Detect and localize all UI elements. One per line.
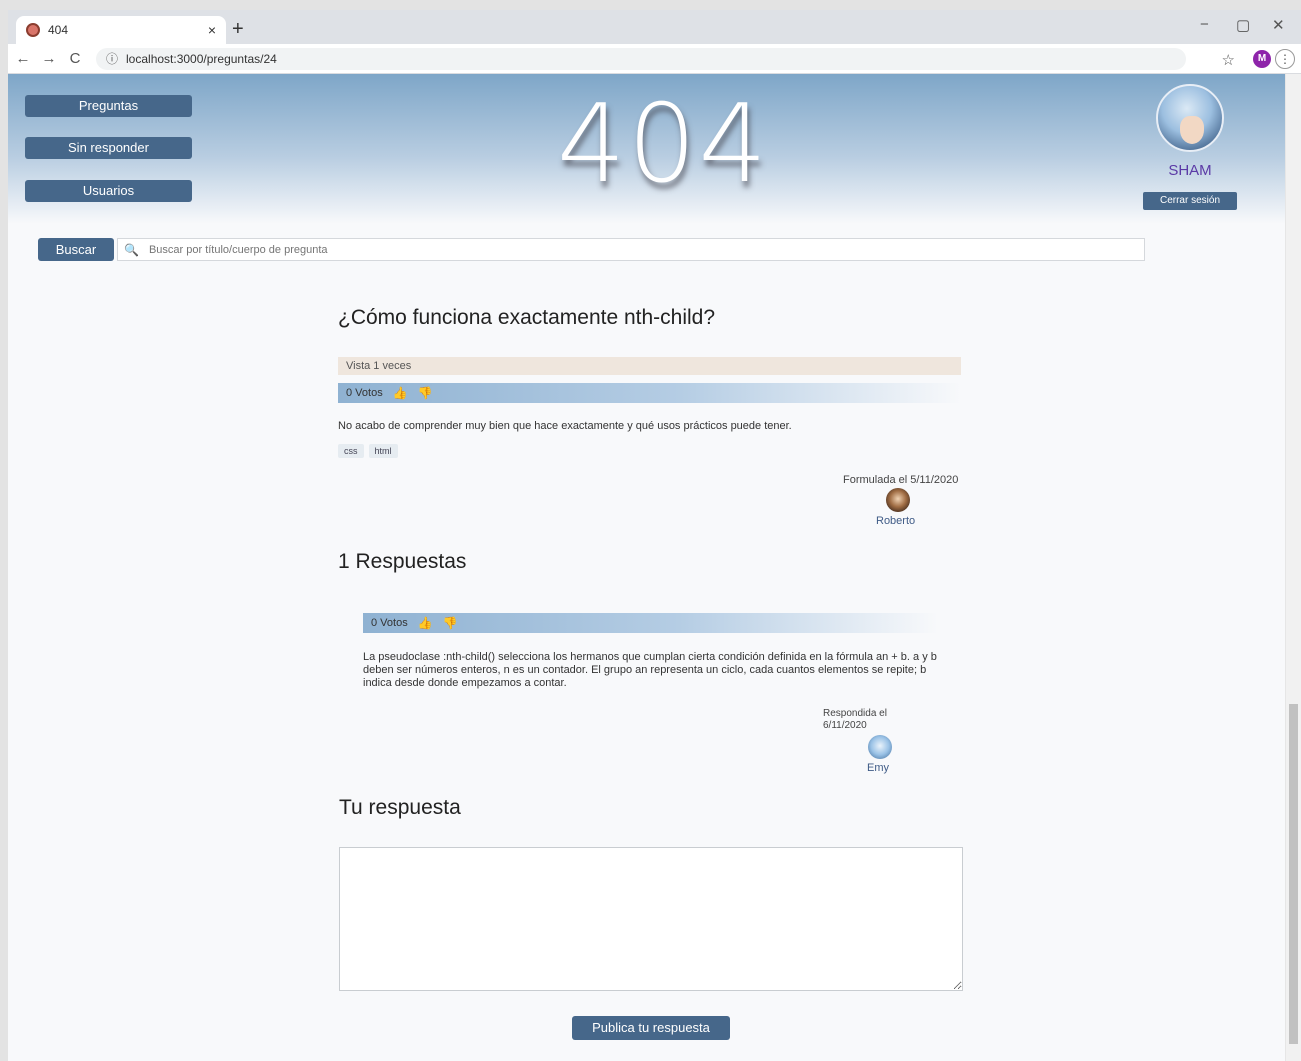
bookmark-star-icon[interactable]: ☆ bbox=[1222, 51, 1235, 69]
question-asked-date: Formulada el 5/11/2020 bbox=[843, 474, 959, 486]
tab-title: 404 bbox=[48, 23, 69, 37]
tag-html[interactable]: html bbox=[368, 444, 398, 458]
thumb-down-icon[interactable]: 👎 bbox=[443, 613, 458, 633]
profile-avatar[interactable]: M bbox=[1253, 50, 1271, 68]
thumb-down-icon[interactable]: 👎 bbox=[418, 383, 433, 403]
answer-textarea[interactable] bbox=[339, 847, 963, 991]
nav-unanswered-button[interactable]: Sin responder bbox=[25, 137, 192, 159]
forward-icon[interactable]: → bbox=[38, 50, 60, 67]
scrollbar-thumb[interactable] bbox=[1289, 704, 1298, 1044]
nav-users-button[interactable]: Usuarios bbox=[25, 180, 192, 202]
url-field[interactable]: ⓘ localhost:3000/preguntas/24 bbox=[96, 47, 1186, 70]
tag-css[interactable]: css bbox=[338, 444, 364, 458]
avatar-face bbox=[1180, 116, 1204, 144]
site-logo[interactable]: 404 bbox=[518, 82, 808, 207]
answers-heading: 1 Respuestas bbox=[338, 550, 467, 573]
question-votes-bar: 0 Votos 👍 👎 bbox=[338, 383, 961, 403]
publish-answer-button[interactable]: Publica tu respuesta bbox=[572, 1016, 730, 1040]
question-views: Vista 1 veces bbox=[338, 357, 961, 375]
restore-icon[interactable]: ▢ bbox=[1236, 16, 1250, 34]
search-input[interactable] bbox=[148, 243, 1099, 256]
thumb-up-icon[interactable]: 👍 bbox=[393, 383, 408, 403]
close-window-icon[interactable]: ✕ bbox=[1272, 16, 1285, 34]
favicon-icon bbox=[26, 23, 40, 37]
browser-window: 404 × + − ▢ ✕ ← → C ⓘ localhost:3000/pre… bbox=[8, 10, 1301, 1061]
minimize-icon[interactable]: − bbox=[1200, 16, 1209, 33]
answer-body: La pseudoclase :nth-child() selecciona l… bbox=[363, 651, 937, 689]
new-tab-icon[interactable]: + bbox=[232, 18, 244, 40]
page-content: Preguntas Sin responder Usuarios 404 SHA… bbox=[8, 74, 1285, 1061]
answer-votes-bar: 0 Votos 👍 👎 bbox=[363, 613, 938, 633]
question-tags: css html bbox=[338, 444, 403, 458]
reload-icon[interactable]: C bbox=[64, 50, 86, 67]
search-box: 🔍 bbox=[117, 238, 1145, 261]
browser-tab[interactable]: 404 × bbox=[16, 16, 226, 44]
logout-button[interactable]: Cerrar sesión bbox=[1143, 192, 1237, 210]
username-label[interactable]: SHAM bbox=[1138, 162, 1242, 179]
page-scrollbar[interactable] bbox=[1285, 74, 1301, 1061]
tab-close-icon[interactable]: × bbox=[208, 22, 216, 38]
question-votes-count: 0 Votos bbox=[346, 387, 383, 399]
browser-menu-icon[interactable]: ⋮ bbox=[1275, 49, 1295, 69]
search-icon: 🔍 bbox=[124, 242, 139, 257]
address-bar: ← → C ⓘ localhost:3000/preguntas/24 ☆ M … bbox=[8, 44, 1301, 74]
url-text: localhost:3000/preguntas/24 bbox=[126, 51, 277, 66]
answer-author[interactable]: Emy bbox=[867, 762, 889, 774]
question-body: No acabo de comprender muy bien que hace… bbox=[338, 420, 792, 432]
nav-questions-button[interactable]: Preguntas bbox=[25, 95, 192, 117]
thumb-up-icon[interactable]: 👍 bbox=[418, 613, 433, 633]
question-title: ¿Cómo funciona exactamente nth-child? bbox=[338, 306, 716, 329]
answer-author-avatar[interactable] bbox=[868, 735, 892, 759]
question-author[interactable]: Roberto bbox=[876, 515, 915, 527]
search-button[interactable]: Buscar bbox=[38, 238, 114, 261]
answer-votes-count: 0 Votos bbox=[371, 617, 408, 629]
your-answer-heading: Tu respuesta bbox=[339, 796, 461, 819]
answer-date: Respondida el 6/11/2020 bbox=[823, 708, 887, 731]
back-icon[interactable]: ← bbox=[12, 50, 34, 67]
site-info-icon[interactable]: ⓘ bbox=[106, 50, 118, 67]
user-avatar[interactable] bbox=[1156, 84, 1224, 152]
author-avatar[interactable] bbox=[886, 488, 910, 512]
tab-strip: 404 × + − ▢ ✕ bbox=[8, 10, 1301, 44]
